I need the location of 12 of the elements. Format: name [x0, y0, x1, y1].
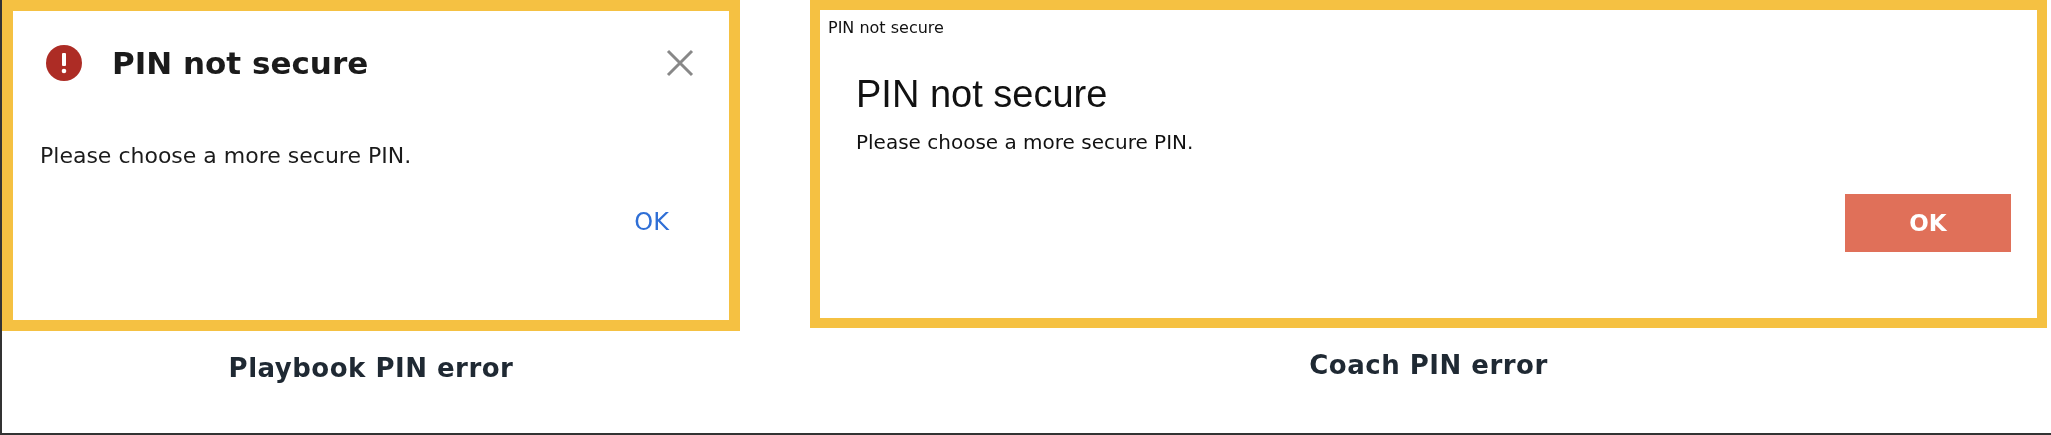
ok-button[interactable]: OK [1845, 194, 2011, 252]
figure-caption: Coach PIN error [1309, 350, 1548, 380]
dialog-message: Please choose a more secure PIN. [855, 129, 1194, 154]
ok-button[interactable]: OK [630, 208, 673, 236]
dialog-title: PIN not secure [855, 72, 1108, 116]
dialog-message: Please choose a more secure PIN. [39, 142, 413, 168]
dialog-title: PIN not secure [112, 45, 370, 81]
error-icon [46, 45, 82, 81]
window-title: PIN not secure [827, 17, 944, 37]
close-button[interactable] [665, 48, 695, 78]
figure-caption: Playbook PIN error [228, 353, 514, 383]
close-icon [665, 48, 695, 78]
